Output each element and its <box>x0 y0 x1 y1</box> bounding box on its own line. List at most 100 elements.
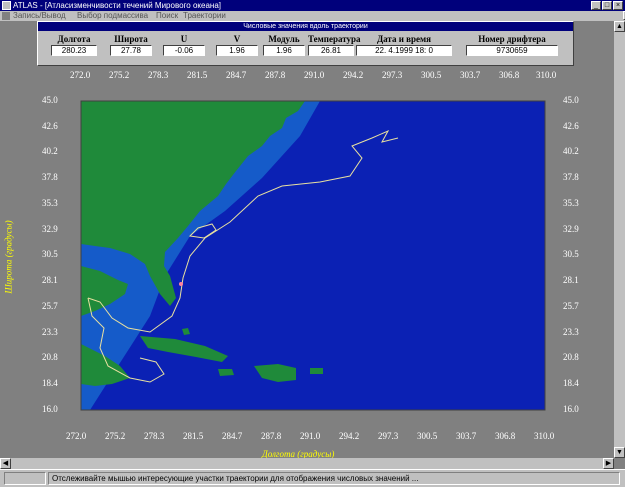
y-tick-right: 35.3 <box>563 198 579 208</box>
x-tick-bottom: 278.3 <box>144 431 165 441</box>
y-tick-left: 35.3 <box>42 198 58 208</box>
app-icon[interactable] <box>2 1 11 10</box>
y-tick-right: 16.0 <box>563 404 579 414</box>
y-tick-left: 37.8 <box>42 172 58 182</box>
vertical-scrollbar[interactable]: ▲ ▼ <box>614 21 625 458</box>
x-tick-top: 275.2 <box>109 70 130 80</box>
x-tick-bottom: 303.7 <box>456 431 477 441</box>
x-tick-top: 303.7 <box>460 70 481 80</box>
x-tick-top: 306.8 <box>499 70 520 80</box>
map-plot-area: 272.0 275.2 278.3 281.5 284.7 287.8 291.… <box>0 66 614 459</box>
trajectory-values-panel: Числовые значения вдоль траектории Долго… <box>37 21 574 66</box>
maximize-button[interactable]: □ <box>602 1 612 10</box>
y-tick-left: 32.9 <box>42 224 58 234</box>
x-tick-top: 294.2 <box>343 70 364 80</box>
temperature-value: 26.81 <box>308 45 354 56</box>
y-tick-left: 18.4 <box>42 378 58 388</box>
menu-item-search[interactable]: Поиск <box>156 11 178 21</box>
y-tick-right: 23.3 <box>563 327 579 337</box>
x-tick-bottom: 275.2 <box>105 431 126 441</box>
y-tick-right: 37.8 <box>563 172 579 182</box>
scroll-right-arrow-icon[interactable]: ▶ <box>603 458 614 469</box>
y-tick-left: 45.0 <box>42 95 58 105</box>
x-tick-top: 281.5 <box>187 70 208 80</box>
y-tick-right: 45.0 <box>563 95 579 105</box>
y-tick-right: 32.9 <box>563 224 579 234</box>
title-bar: ATLAS - [Атласизменчивости течений Миров… <box>0 0 625 11</box>
menu-item-subarray[interactable]: Выбор подмассива <box>77 11 148 21</box>
x-tick-top: 291.0 <box>304 70 325 80</box>
x-tick-bottom: 284.7 <box>222 431 243 441</box>
drifter-value: 9730659 <box>466 45 558 56</box>
scroll-down-arrow-icon[interactable]: ▼ <box>614 447 625 458</box>
u-column: U -0.06 <box>163 34 205 56</box>
y-tick-left: 28.1 <box>42 275 58 285</box>
y-tick-left: 30.5 <box>42 249 58 259</box>
x-tick-top: 310.0 <box>536 70 557 80</box>
status-bar: Отслеживайте мышью интересующие участки … <box>0 469 625 487</box>
y-tick-right: 20.8 <box>563 352 579 362</box>
x-tick-bottom: 294.2 <box>339 431 360 441</box>
longitude-column: Долгота 280.23 <box>51 34 97 56</box>
scroll-left-arrow-icon[interactable]: ◀ <box>0 458 11 469</box>
x-tick-bottom: 300.5 <box>417 431 438 441</box>
horizontal-scrollbar[interactable]: ◀ ▶ <box>0 458 614 469</box>
temperature-column: Температура 26.81 <box>308 34 361 56</box>
latitude-label: Широта <box>114 34 148 44</box>
x-tick-bottom: 310.0 <box>534 431 555 441</box>
longitude-value: 280.23 <box>51 45 97 56</box>
v-value: 1.96 <box>216 45 258 56</box>
v-column: V 1.96 <box>216 34 258 56</box>
map-canvas[interactable] <box>0 66 614 458</box>
magnitude-column: Модуль 1.96 <box>263 34 305 56</box>
datetime-column: Дата и время 22. 4.1999 18: 0 <box>356 34 452 56</box>
status-message: Отслеживайте мышью интересующие участки … <box>48 472 620 485</box>
y-tick-right: 42.6 <box>563 121 579 131</box>
magnitude-label: Модуль <box>268 34 300 44</box>
x-tick-top: 297.3 <box>382 70 403 80</box>
longitude-label: Долгота <box>57 34 91 44</box>
y-tick-left: 20.8 <box>42 352 58 362</box>
close-button[interactable]: × <box>613 1 623 10</box>
x-tick-top: 278.3 <box>148 70 169 80</box>
minimize-button[interactable]: _ <box>591 1 601 10</box>
y-tick-left: 25.7 <box>42 301 58 311</box>
panel-title: Числовые значения вдоль траектории <box>38 22 573 31</box>
y-tick-right: 30.5 <box>563 249 579 259</box>
datetime-label: Дата и время <box>376 34 432 44</box>
document-icon[interactable] <box>2 12 10 20</box>
y-axis-title: Широта (градусы) <box>3 220 14 294</box>
v-label: V <box>233 34 241 44</box>
u-value: -0.06 <box>163 45 205 56</box>
x-tick-bottom: 291.0 <box>300 431 321 441</box>
latitude-value: 27.78 <box>110 45 152 56</box>
x-tick-top: 287.8 <box>265 70 286 80</box>
x-tick-bottom: 281.5 <box>183 431 204 441</box>
y-tick-left: 16.0 <box>42 404 58 414</box>
u-label: U <box>180 34 188 44</box>
x-tick-bottom: 272.0 <box>66 431 87 441</box>
magnitude-value: 1.96 <box>263 45 305 56</box>
y-tick-left: 42.6 <box>42 121 58 131</box>
drifter-label: Номер дрифтера <box>478 34 546 44</box>
y-tick-right: 25.7 <box>563 301 579 311</box>
window-title: ATLAS - [Атласизменчивости течений Миров… <box>13 1 221 10</box>
temperature-label: Температура <box>308 34 361 44</box>
drifter-column: Номер дрифтера 9730659 <box>466 34 558 56</box>
datetime-value: 22. 4.1999 18: 0 <box>356 45 452 56</box>
x-tick-top: 272.0 <box>70 70 91 80</box>
scroll-up-arrow-icon[interactable]: ▲ <box>614 21 625 32</box>
status-cell-empty <box>4 472 46 485</box>
x-tick-bottom: 297.3 <box>378 431 399 441</box>
x-tick-top: 300.5 <box>421 70 442 80</box>
y-tick-right: 18.4 <box>563 378 579 388</box>
land-puerto-rico <box>310 368 323 374</box>
x-tick-bottom: 306.8 <box>495 431 516 441</box>
x-tick-bottom: 287.8 <box>261 431 282 441</box>
x-tick-top: 284.7 <box>226 70 247 80</box>
trajectory-cursor-point[interactable] <box>179 282 183 286</box>
latitude-column: Широта 27.78 <box>110 34 152 56</box>
y-tick-right: 28.1 <box>563 275 579 285</box>
menu-item-output[interactable]: Запись/Вывод <box>13 11 66 21</box>
menu-item-trajectories[interactable]: Траектории <box>183 11 226 21</box>
